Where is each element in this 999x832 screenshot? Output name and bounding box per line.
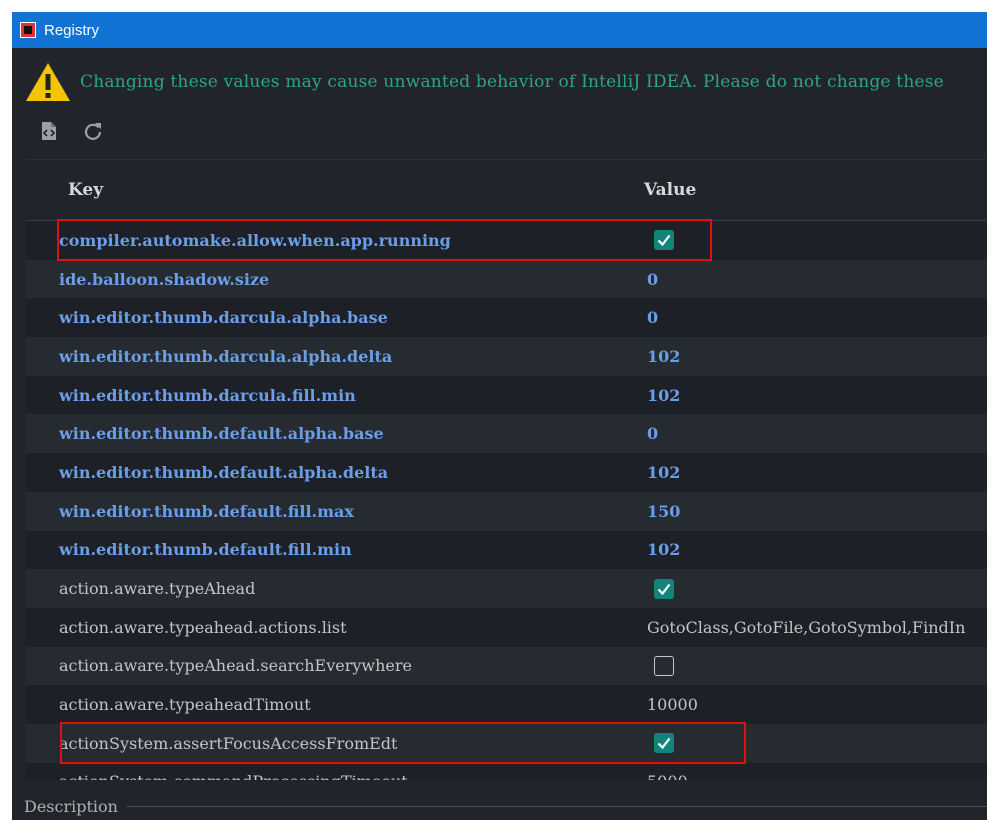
table-row[interactable]: win.editor.thumb.default.alpha.delta 102 bbox=[26, 453, 987, 492]
row-key: action.aware.typeaheadTimout bbox=[59, 695, 311, 715]
checkbox-checked[interactable] bbox=[654, 230, 674, 251]
row-key: action.aware.typeAhead bbox=[59, 579, 256, 599]
row-value[interactable]: 10000 bbox=[614, 695, 698, 714]
row-key: win.editor.thumb.default.fill.max bbox=[59, 501, 354, 521]
checkmark-icon bbox=[657, 583, 671, 595]
checkbox-checked[interactable] bbox=[654, 578, 674, 599]
row-key: actionSystem.commandProcessingTimeout bbox=[26, 772, 614, 780]
row-value[interactable]: 102 bbox=[614, 463, 680, 482]
row-value[interactable]: 0 bbox=[614, 424, 658, 443]
row-value-checkbox-cell[interactable] bbox=[614, 578, 674, 599]
row-value[interactable]: 102 bbox=[614, 386, 680, 405]
table-row[interactable]: win.editor.thumb.default.alpha.base 0 bbox=[26, 414, 987, 454]
description-divider bbox=[125, 805, 987, 807]
row-key: ide.balloon.shadow.size bbox=[59, 269, 270, 289]
title-bar[interactable]: Registry bbox=[12, 12, 987, 48]
refresh-icon bbox=[84, 123, 102, 140]
row-value[interactable]: 5000 bbox=[614, 772, 688, 780]
description-label: Description bbox=[24, 796, 118, 816]
row-key: win.editor.thumb.darcula.alpha.delta bbox=[59, 346, 393, 366]
table-row[interactable]: win.editor.thumb.darcula.alpha.base 0 bbox=[26, 298, 987, 338]
restore-defaults-icon bbox=[42, 122, 56, 140]
checkbox-unchecked[interactable] bbox=[654, 655, 674, 676]
description-section: Description bbox=[12, 792, 987, 820]
row-value-checkbox-cell[interactable] bbox=[614, 230, 674, 251]
checkbox-checked[interactable] bbox=[654, 733, 674, 754]
row-value[interactable]: 0 bbox=[614, 308, 658, 327]
table-row[interactable]: win.editor.thumb.darcula.fill.min 102 bbox=[26, 375, 987, 415]
table-body: compiler.automake.allow.when.app.running… bbox=[26, 221, 987, 780]
row-value[interactable]: 0 bbox=[614, 270, 658, 289]
row-key: compiler.automake.allow.when.app.running bbox=[59, 230, 451, 250]
row-value-checkbox-cell[interactable] bbox=[614, 733, 674, 754]
row-value-checkbox-cell[interactable] bbox=[614, 655, 674, 676]
row-key: win.editor.thumb.default.alpha.delta bbox=[59, 462, 389, 482]
row-value[interactable]: 102 bbox=[614, 347, 680, 366]
table-header: Key Value bbox=[26, 160, 987, 221]
registry-window: Registry Changing these values may cause… bbox=[12, 12, 987, 820]
table-row[interactable]: action.aware.typeahead.actions.list GotoC… bbox=[26, 607, 987, 647]
row-key: win.editor.thumb.darcula.alpha.base bbox=[59, 308, 388, 328]
row-key: win.editor.thumb.darcula.fill.min bbox=[59, 385, 356, 405]
toolbar bbox=[38, 116, 104, 146]
checkmark-icon bbox=[657, 235, 671, 247]
warning-icon bbox=[26, 63, 70, 101]
row-value[interactable]: 150 bbox=[614, 502, 680, 521]
row-key: win.editor.thumb.default.fill.min bbox=[59, 540, 352, 560]
row-value[interactable]: 102 bbox=[614, 540, 680, 559]
warning-text: Changing these values may cause unwanted… bbox=[80, 72, 944, 92]
window-title: Registry bbox=[44, 21, 100, 39]
column-header-key[interactable]: Key bbox=[26, 180, 614, 200]
row-value[interactable]: GotoClass,GotoFile,GotoSymbol,FindIn bbox=[614, 618, 965, 637]
table-row[interactable]: win.editor.thumb.default.fill.max 150 bbox=[26, 491, 987, 531]
table-row[interactable]: action.aware.typeAhead bbox=[26, 569, 987, 608]
row-key: actionSystem.assertFocusAccessFromEdt bbox=[59, 733, 398, 753]
intellij-app-icon bbox=[20, 22, 36, 38]
warning-banner: Changing these values may cause unwanted… bbox=[24, 60, 987, 104]
registry-table: Key Value compiler.automake.allow.when.a… bbox=[26, 159, 987, 780]
table-row[interactable]: win.editor.thumb.default.fill.min 102 bbox=[26, 530, 987, 570]
row-key: win.editor.thumb.default.alpha.base bbox=[59, 424, 384, 444]
row-key: action.aware.typeAhead.searchEverywhere bbox=[59, 656, 413, 676]
table-row[interactable]: compiler.automake.allow.when.app.running bbox=[26, 221, 987, 260]
table-row[interactable]: action.aware.typeAhead.searchEverywhere bbox=[26, 646, 987, 686]
row-key: action.aware.typeahead.actions.list bbox=[59, 617, 347, 637]
checkmark-icon bbox=[657, 738, 671, 750]
table-row[interactable]: action.aware.typeaheadTimout 10000 bbox=[26, 685, 987, 724]
table-row[interactable]: win.editor.thumb.darcula.alpha.delta 102 bbox=[26, 337, 987, 376]
table-row[interactable]: actionSystem.commandProcessingTimeout500… bbox=[26, 762, 987, 780]
refresh-button[interactable] bbox=[82, 120, 104, 142]
column-header-value[interactable]: Value bbox=[614, 180, 696, 200]
table-row[interactable]: ide.balloon.shadow.size 0 bbox=[26, 259, 987, 299]
table-row[interactable]: actionSystem.assertFocusAccessFromEdt bbox=[26, 723, 987, 763]
restore-defaults-button[interactable] bbox=[38, 120, 60, 142]
